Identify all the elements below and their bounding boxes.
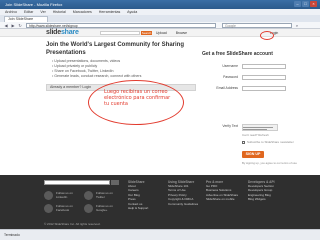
footer-column: Using SlideShare SlideShare 101 Terms of…: [168, 180, 204, 206]
reload-icon[interactable]: ↻: [17, 23, 23, 28]
social-label[interactable]: Follow us on Google+: [96, 204, 120, 212]
footer-link[interactable]: Blog Widgets: [248, 197, 288, 201]
footer-link[interactable]: SlideShare on mobile: [206, 197, 246, 201]
verify-label: Verify Text: [222, 124, 238, 128]
status-bar: Terminado: [0, 229, 320, 240]
site-search-button[interactable]: Search: [141, 31, 152, 35]
menu-historial[interactable]: Historial: [53, 10, 66, 14]
social-label[interactable]: Follow us on LinkedIn: [56, 191, 82, 199]
signup-title: Get a free SlideShare account: [202, 51, 273, 57]
browser-search-input[interactable]: Google: [222, 23, 292, 28]
list-item: Generate leads, conduct research, connec…: [52, 74, 182, 79]
copyright: © 2012 SlideShare Inc. All rights reserv…: [44, 222, 101, 226]
facebook-icon[interactable]: [44, 204, 53, 213]
address-bar[interactable]: http://www.slideshare.net/signup: [26, 23, 216, 28]
tab-bar: [0, 15, 320, 22]
footer-search-button[interactable]: [111, 180, 119, 185]
menu-marcadores[interactable]: Marcadores: [73, 10, 92, 14]
url-text: http://www.slideshare.net/signup: [29, 24, 78, 28]
maximize-icon[interactable]: □: [302, 1, 309, 7]
tab-label: Join SlideShare: [8, 17, 34, 21]
newsletter-checkbox[interactable]: [242, 141, 245, 144]
footer-link[interactable]: Help & Support: [128, 206, 168, 210]
hero-title: Join the World's Largest Community for S…: [46, 42, 184, 56]
email-label: Email Address: [216, 86, 238, 90]
nav-upload[interactable]: Upload: [156, 31, 167, 35]
google-plus-icon[interactable]: [84, 204, 93, 213]
window-titlebar: Join SlideShare - Mozilla Firefox: [0, 0, 320, 9]
minimize-icon[interactable]: –: [294, 1, 301, 7]
linkedin-icon[interactable]: [44, 191, 53, 200]
captcha-stroke: [243, 127, 273, 128]
signup-button[interactable]: SIGN UP: [242, 151, 264, 158]
menu-ver[interactable]: Ver: [40, 10, 45, 14]
status-text: Terminado: [4, 233, 20, 237]
footer-column: SlideShare About Careers Our Blog Press …: [128, 180, 168, 210]
footer-link[interactable]: Community Guidelines: [168, 202, 204, 206]
browser-search-placeholder: Google: [225, 24, 236, 28]
captcha-stroke: [243, 129, 267, 130]
newsletter-label: Subscribe to SlideShare newsletter: [247, 140, 294, 144]
nav-browse[interactable]: Browse: [176, 31, 187, 35]
password-label: Password: [223, 75, 238, 79]
slideshare-logo[interactable]: slideshare: [46, 29, 79, 37]
window-title: Join SlideShare - Mozilla Firefox: [5, 2, 63, 7]
footer-column: Pro & more Go PRO Business Solutions Adv…: [206, 180, 246, 202]
site-search-input[interactable]: [100, 31, 140, 35]
menu-archivo[interactable]: Archivo: [5, 10, 17, 14]
captcha-help[interactable]: Can't read? Refresh: [242, 133, 269, 137]
footer-column: Developers & API Developers Section Deve…: [248, 180, 288, 202]
annotation-text: Luego recibiras un correo electrónico pa…: [104, 89, 171, 107]
search-icon[interactable]: ⌕: [294, 23, 300, 28]
menu-editar[interactable]: Editar: [24, 10, 33, 14]
forward-icon[interactable]: ▶: [10, 23, 16, 28]
social-label[interactable]: Follow us on Facebook: [56, 204, 82, 212]
menu-ayuda[interactable]: Ayuda: [127, 10, 137, 14]
annotation-oval: [260, 31, 274, 40]
email-field[interactable]: [242, 86, 286, 91]
terms-text: By signing up, you agree to our terms of…: [242, 161, 297, 165]
feature-list: Upload presentations, documents, videos …: [52, 59, 182, 79]
password-field[interactable]: [242, 75, 286, 80]
footer-search-input[interactable]: [44, 180, 110, 185]
back-icon[interactable]: ◀: [3, 23, 9, 28]
site-nav: Upload Browse: [156, 30, 187, 36]
username-label: Username: [222, 64, 238, 68]
social-label[interactable]: Follow us on Twitter: [96, 191, 120, 199]
menu-herramientas[interactable]: Herramientas: [99, 10, 121, 14]
twitter-icon[interactable]: [84, 191, 93, 200]
close-icon[interactable]: ×: [310, 1, 317, 7]
username-field[interactable]: [242, 64, 286, 69]
